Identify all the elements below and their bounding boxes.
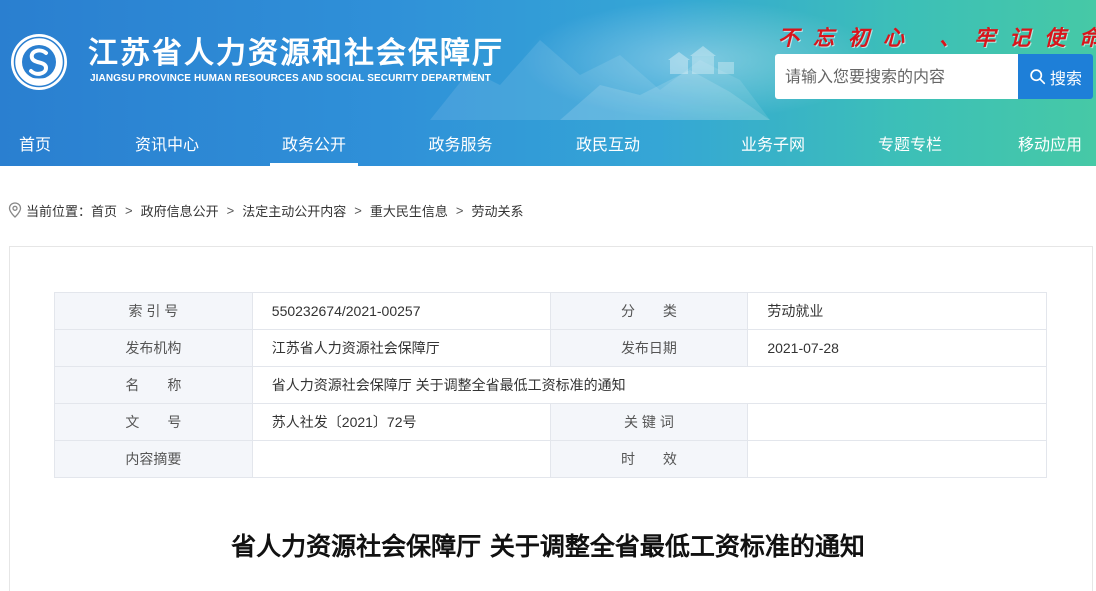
nav-item-mobile[interactable]: 移动应用: [927, 120, 1096, 166]
table-row: 索 引 号 550232674/2021-00257 分 类 劳动就业: [54, 292, 1047, 330]
doc-number-label: 文 号: [54, 403, 253, 441]
name-label: 名 称: [54, 366, 253, 404]
keywords-value: [747, 403, 1047, 441]
publish-date-value: 2021-07-28: [747, 329, 1047, 367]
breadcrumb-livelihood-info[interactable]: 重大民生信息: [370, 201, 448, 220]
breadcrumb-gov-info[interactable]: 政府信息公开: [141, 201, 219, 220]
search-icon: [1030, 69, 1046, 85]
nav-item-interaction[interactable]: 政民互动: [563, 120, 653, 166]
breadcrumb-prefix: 当前位置：: [26, 203, 92, 219]
document-title: 省人力资源社会保障厅 关于调整全省最低工资标准的通知: [231, 532, 865, 561]
name-value: 省人力资源社会保障厅 关于调整全省最低工资标准的通知: [251, 366, 1048, 404]
search-button[interactable]: 搜索: [1018, 54, 1093, 99]
search-button-label: 搜索: [1049, 70, 1082, 88]
validity-value: [747, 440, 1047, 478]
publish-date-label: 发布日期: [549, 329, 749, 367]
breadcrumb: 当前位置： 首页 > 政府信息公开 > 法定主动公开内容 > 重大民生信息 > …: [8, 201, 523, 219]
nav-item-sub-sites[interactable]: 业务子网: [653, 120, 893, 166]
index-value: 550232674/2021-00257: [251, 292, 551, 330]
search-input[interactable]: [775, 54, 1018, 99]
nav-item-home[interactable]: 首页: [0, 120, 70, 166]
breadcrumb-labor-relations[interactable]: 劳动关系: [471, 201, 523, 220]
category-label: 分 类: [549, 292, 749, 330]
breadcrumb-statutory-content[interactable]: 法定主动公开内容: [242, 201, 346, 220]
breadcrumb-separator: >: [226, 202, 235, 218]
nav-item-news[interactable]: 资讯中心: [70, 120, 264, 166]
index-label: 索 引 号: [54, 292, 253, 330]
nav-item-topics[interactable]: 专题专栏: [878, 120, 942, 166]
breadcrumb-separator: >: [354, 202, 362, 218]
category-value: 劳动就业: [747, 292, 1047, 330]
table-row: 发布机构 江苏省人力资源社会保障厅 发布日期 2021-07-28: [54, 329, 1047, 367]
table-row: 名 称 省人力资源社会保障厅 关于调整全省最低工资标准的通知: [54, 366, 1048, 404]
location-pin-icon: [8, 202, 22, 218]
table-row: 文 号 苏人社发〔2021〕72号 关 键 词: [54, 403, 1047, 441]
keywords-label: 关 键 词: [549, 403, 749, 441]
document-metadata-table: 索 引 号 550232674/2021-00257 分 类 劳动就业 发布机构…: [54, 292, 1048, 478]
breadcrumb-separator: >: [455, 202, 464, 218]
table-row: 内容摘要 时 效: [54, 440, 1047, 478]
site-header: 江苏省人力资源和社会保障厅 JIANGSU PROVINCE HUMAN RES…: [0, 0, 1096, 166]
site-logo[interactable]: [10, 33, 68, 91]
summary-value: [251, 440, 551, 478]
breadcrumb-home[interactable]: 首页: [91, 201, 117, 220]
slogan: 不忘初心 、牢记使命: [778, 25, 1096, 50]
doc-number-value: 苏人社发〔2021〕72号: [251, 403, 551, 441]
breadcrumb-separator: >: [125, 202, 133, 218]
main-nav: 首页 资讯中心 政务公开 政务服务 政民互动 业务子网 专题专栏 移动应用: [0, 120, 1096, 166]
nav-item-gov-services[interactable]: 政务服务: [358, 120, 563, 166]
summary-label: 内容摘要: [54, 440, 253, 478]
publisher-label: 发布机构: [54, 329, 253, 367]
publisher-value: 江苏省人力资源社会保障厅: [251, 329, 551, 367]
site-title[interactable]: 江苏省人力资源和社会保障厅: [88, 28, 504, 72]
nav-item-gov-affairs[interactable]: 政务公开: [270, 120, 358, 166]
site-subtitle: JIANGSU PROVINCE HUMAN RESOURCES AND SOC…: [90, 73, 491, 84]
validity-label: 时 效: [549, 440, 749, 478]
